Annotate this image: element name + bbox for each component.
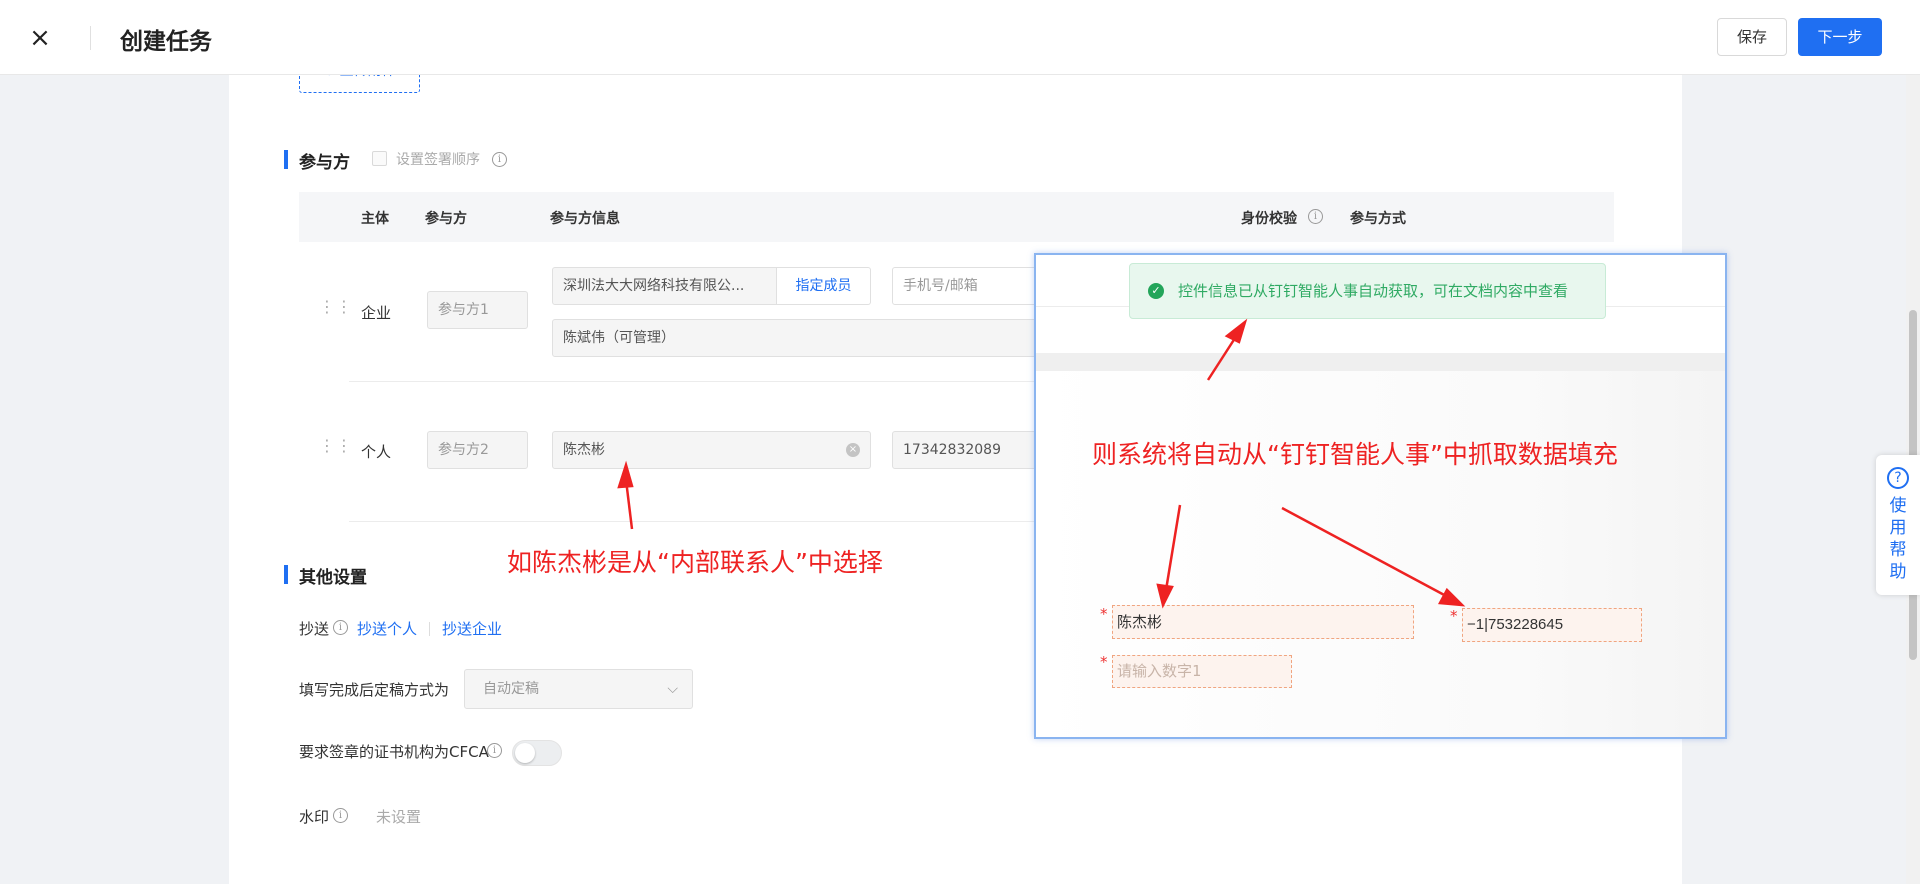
help-icon: ?	[1887, 467, 1909, 489]
contact-input[interactable]: 手机号/邮箱	[892, 267, 1037, 305]
info-icon[interactable]: i	[1308, 209, 1323, 224]
person-name-value: 陈杰彬	[563, 442, 605, 458]
toast-text: 控件信息已从钉钉智能人事自动获取，可在文档内容中查看	[1178, 282, 1569, 300]
required-mark: *	[1450, 607, 1458, 625]
help-widget[interactable]: ? 使用帮助	[1876, 455, 1920, 595]
annotation-right: 则系统将自动从“钉钉智能人事”中抓取数据填充	[1092, 440, 1618, 469]
company-value: 深圳法大大网络科技有限公...	[563, 278, 745, 294]
number-input-field[interactable]: 请输入数字1	[1112, 655, 1292, 688]
column-header-subject: 主体	[361, 211, 389, 227]
party-name-input[interactable]: 参与方2	[427, 431, 528, 469]
name-field[interactable]: 陈杰彬	[1112, 605, 1414, 639]
cc-person-link[interactable]: 抄送个人	[357, 618, 417, 639]
finalize-mode-value: 自动定稿	[483, 681, 539, 697]
row-subject: 企业	[361, 304, 392, 322]
info-icon[interactable]: i	[492, 152, 507, 167]
toggle-knob	[515, 743, 535, 763]
person-name-input[interactable]: 陈杰彬 ×	[552, 431, 871, 469]
info-icon[interactable]: i	[333, 620, 348, 635]
member-value: 陈斌伟（可管理）	[563, 330, 675, 346]
column-header-party-info: 参与方信息	[550, 211, 620, 227]
success-toast: ✓ 控件信息已从钉钉智能人事自动获取，可在文档内容中查看	[1129, 263, 1606, 319]
phone-input[interactable]: 17342832089	[892, 431, 1037, 469]
check-circle-icon: ✓	[1148, 283, 1164, 299]
page-title: 创建任务	[120, 29, 212, 55]
cc-label: 抄送	[299, 620, 330, 638]
other-settings-section-title: 其他设置	[299, 568, 367, 588]
annotation-left: 如陈杰彬是从“内部联系人”中选择	[507, 548, 883, 577]
signing-order-label: 设置签署顺序	[396, 152, 480, 168]
column-header-identity-check: 身份校验	[1241, 211, 1297, 227]
close-icon[interactable]: ×	[26, 24, 54, 52]
section-marker	[284, 565, 288, 584]
top-bar: × 创建任务 保存 下一步	[0, 0, 1920, 75]
finalize-mode-select[interactable]: 自动定稿 ⌵	[464, 669, 693, 709]
link-divider	[429, 622, 430, 636]
party-name-input[interactable]: 参与方1	[427, 291, 528, 329]
member-input[interactable]: 陈斌伟（可管理）	[552, 319, 1042, 357]
assign-member-button[interactable]: 指定成员	[777, 267, 871, 305]
participants-table-header: 主体 参与方 参与方信息 身份校验 i 参与方式	[299, 192, 1614, 242]
cfca-label: 要求签章的证书机构为CFCA	[299, 743, 489, 761]
drag-handle-icon[interactable]: ⋮⋮	[319, 438, 352, 461]
participants-section-title: 参与方	[299, 153, 350, 173]
column-header-participation-method: 参与方式	[1350, 211, 1406, 227]
clear-icon[interactable]: ×	[846, 443, 860, 457]
finalize-mode-label: 填写完成后定稿方式为	[299, 681, 450, 699]
info-icon[interactable]: i	[487, 743, 502, 758]
watermark-label: 水印	[299, 808, 330, 826]
number-field[interactable]: −1|753228645	[1462, 608, 1642, 642]
row-subject: 个人	[361, 443, 392, 461]
chevron-down-icon: ⌵	[667, 681, 678, 697]
next-step-button[interactable]: 下一步	[1798, 18, 1882, 56]
signing-order-checkbox[interactable]	[372, 151, 387, 166]
company-input[interactable]: 深圳法大大网络科技有限公...	[552, 267, 777, 305]
info-icon[interactable]: i	[333, 808, 348, 823]
required-mark: *	[1100, 605, 1108, 623]
phone-value: 17342832089	[903, 442, 1001, 458]
watermark-value: 未设置	[376, 808, 422, 826]
header-divider	[90, 26, 91, 50]
help-label: 使用帮助	[1889, 496, 1907, 582]
cfca-toggle[interactable]	[512, 740, 562, 766]
cc-company-link[interactable]: 抄送企业	[442, 618, 502, 639]
required-mark: *	[1100, 653, 1108, 671]
section-marker	[284, 150, 288, 169]
drag-handle-icon[interactable]: ⋮⋮	[319, 299, 352, 322]
column-header-party: 参与方	[425, 211, 467, 227]
dingtalk-preview-overlay: ✓ 控件信息已从钉钉智能人事自动获取，可在文档内容中查看 则系统将自动从“钉钉智…	[1034, 253, 1727, 739]
save-button[interactable]: 保存	[1717, 18, 1787, 56]
overlay-band	[1036, 353, 1725, 371]
